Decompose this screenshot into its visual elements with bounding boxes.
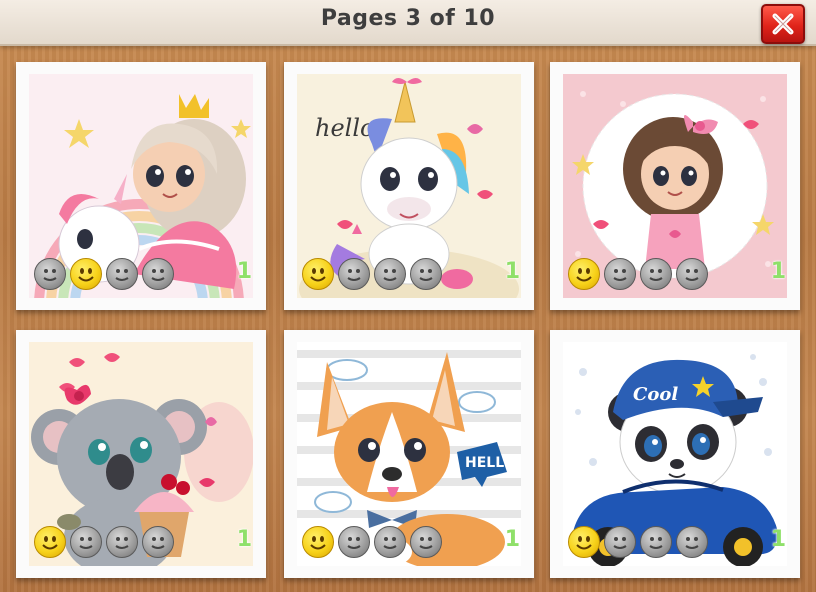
coloring-page-card[interactable]: hello 1	[284, 62, 534, 310]
gray-face-icon	[106, 258, 138, 290]
hello-speech-text: HELLO	[465, 455, 516, 471]
level-number: 1	[236, 259, 252, 284]
gray-face-icon	[338, 258, 370, 290]
hello-art-text: hello	[315, 114, 374, 142]
gray-face-icon	[142, 526, 174, 558]
gray-face-icon	[676, 526, 708, 558]
gray-face-icon	[410, 526, 442, 558]
coloring-page-card[interactable]: 1	[16, 330, 266, 578]
gray-face-icon	[374, 526, 406, 558]
top-bar: Pages 3 of 10	[0, 0, 816, 46]
close-button[interactable]	[761, 4, 805, 44]
smiley-face-icon	[302, 258, 334, 290]
level-number: 1	[504, 259, 520, 284]
coloring-page-card[interactable]: Cool 1	[550, 330, 800, 578]
smiley-face-icon	[70, 258, 102, 290]
smiley-face-icon	[568, 258, 600, 290]
gray-face-icon	[374, 258, 406, 290]
gray-face-icon	[142, 258, 174, 290]
page-title: Pages 3 of 10	[320, 6, 496, 31]
smiley-face-icon	[568, 526, 600, 558]
gray-face-icon	[34, 258, 66, 290]
coloring-page-card[interactable]: 1	[550, 62, 800, 310]
level-number: 1	[770, 259, 786, 284]
gray-face-icon	[676, 258, 708, 290]
gray-face-icon	[70, 526, 102, 558]
level-number: 1	[504, 527, 520, 552]
smiley-face-icon	[302, 526, 334, 558]
gray-face-icon	[604, 526, 636, 558]
smiley-face-icon	[34, 526, 66, 558]
gray-face-icon	[106, 526, 138, 558]
gray-face-icon	[640, 526, 672, 558]
coloring-page-card[interactable]: 1	[16, 62, 266, 310]
gray-face-icon	[410, 258, 442, 290]
gray-face-icon	[338, 526, 370, 558]
cool-cap-text: Cool	[633, 384, 678, 405]
level-number: 1	[770, 527, 786, 552]
gray-face-icon	[640, 258, 672, 290]
close-x-icon	[772, 13, 794, 35]
gray-face-icon	[604, 258, 636, 290]
level-number: 1	[236, 527, 252, 552]
coloring-page-card[interactable]: HELLO 1	[284, 330, 534, 578]
